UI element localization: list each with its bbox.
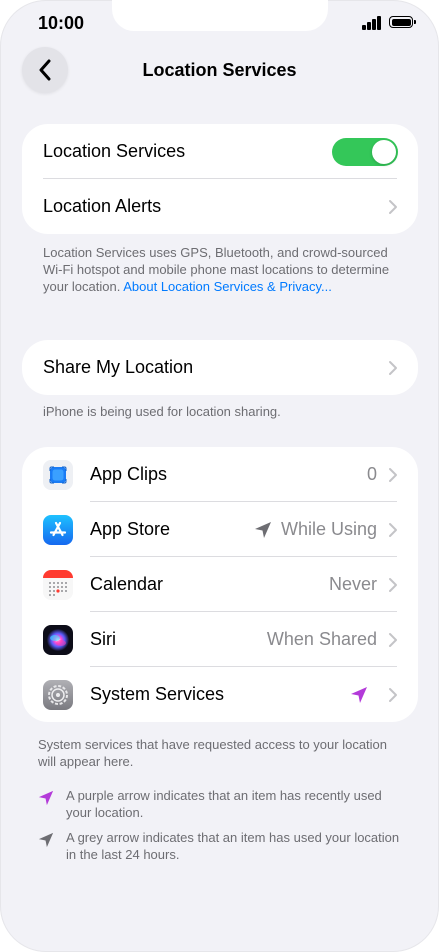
legend-purple-text: A purple arrow indicates that an item ha… (66, 788, 382, 820)
chevron-right-icon (389, 577, 397, 592)
app-row-app-clips[interactable]: App Clips 0 (22, 447, 418, 502)
app-clips-icon (43, 460, 73, 490)
location-card: Location Services Location Alerts (22, 124, 418, 234)
location-services-toggle[interactable] (332, 138, 398, 166)
chevron-right-icon (389, 687, 397, 702)
share-my-location-label: Share My Location (43, 357, 194, 377)
app-row-siri[interactable]: Siri When Shared (22, 612, 418, 667)
location-alerts-label: Location Alerts (43, 196, 162, 216)
app-name: System Services (90, 684, 225, 704)
status-bar: 10:00 (0, 0, 439, 48)
chevron-right-icon (389, 522, 397, 537)
apps-footer: System services that have requested acce… (38, 737, 388, 769)
location-arrow-purple-icon (38, 790, 54, 806)
app-name: App Store (90, 519, 171, 539)
share-my-location-row[interactable]: Share My Location (22, 340, 418, 395)
location-services-row: Location Services (22, 124, 418, 179)
page-title: Location Services (142, 60, 297, 80)
notch (112, 0, 328, 31)
location-alerts-row[interactable]: Location Alerts (22, 179, 418, 234)
app-row-app-store[interactable]: App Store While Using (22, 502, 418, 557)
app-permission-value: Never (328, 574, 377, 594)
battery-icon (389, 16, 416, 28)
app-name: App Clips (90, 464, 168, 484)
share-footer: iPhone is being used for location sharin… (43, 404, 281, 419)
signal-icon (362, 16, 382, 30)
system-services-icon (43, 680, 73, 710)
siri-icon (43, 625, 73, 655)
app-name: Calendar (90, 574, 164, 594)
phone-screen: 10:00 Location Services Location Service… (0, 0, 439, 952)
chevron-right-icon (389, 467, 397, 482)
app-store-icon (43, 515, 73, 545)
app-row-calendar[interactable]: Calendar Never (22, 557, 418, 612)
chevron-right-icon (389, 199, 397, 214)
chevron-right-icon (389, 360, 397, 375)
location-arrow-purple-icon (351, 687, 367, 703)
toggle-knob (372, 140, 396, 164)
app-row-system-services[interactable]: System Services (22, 667, 418, 722)
location-arrow-grey-icon (255, 522, 271, 538)
about-location-privacy-link[interactable]: About Location Services & Privacy... (123, 279, 332, 294)
app-permission-value: While Using (280, 519, 377, 539)
apps-card: App Clips 0 App Store While Using Calend… (22, 447, 418, 722)
location-footer: Location Services uses GPS, Bluetooth, a… (43, 244, 393, 295)
calendar-icon (43, 570, 73, 600)
status-time: 10:00 (38, 13, 85, 33)
location-services-label: Location Services (43, 141, 186, 161)
app-name: Siri (90, 629, 116, 649)
share-card: Share My Location (22, 340, 418, 395)
chevron-right-icon (389, 632, 397, 647)
app-permission-value: 0 (366, 464, 377, 484)
location-arrow-grey-icon (38, 832, 54, 848)
app-permission-value: When Shared (266, 629, 377, 649)
legend-grey-text: A grey arrow indicates that an item has … (66, 830, 400, 862)
